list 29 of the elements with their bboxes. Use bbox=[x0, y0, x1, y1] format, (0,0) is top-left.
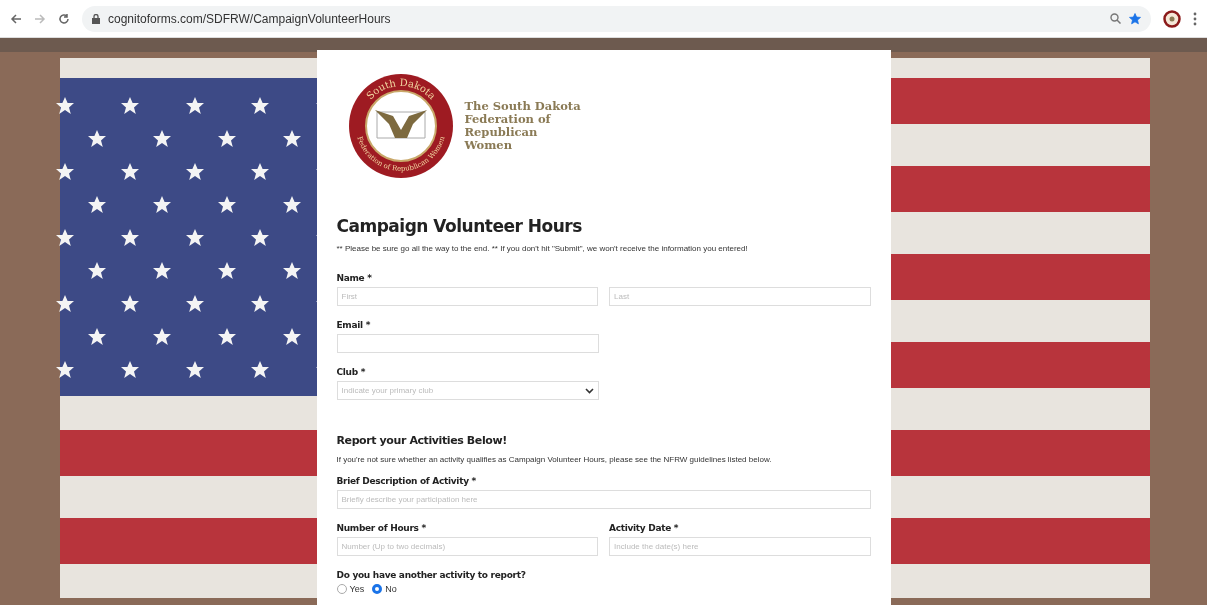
zoom-icon[interactable] bbox=[1110, 13, 1121, 24]
radio-option[interactable]: No bbox=[372, 584, 397, 594]
field-label: Name * bbox=[336, 273, 373, 283]
field-label: Email * bbox=[336, 320, 372, 330]
form-note: ** Please be sure go all the way to the end. ** If you don't hit "Submit", we won't receive the information you entered! bbox=[336, 244, 749, 253]
section-title: Report your Activities Below! bbox=[336, 434, 508, 447]
form-title: Campaign Volunteer Hours bbox=[336, 216, 583, 236]
back-arrow-icon[interactable] bbox=[10, 12, 22, 25]
chevron-down-icon bbox=[584, 387, 594, 394]
menu-dots-icon[interactable] bbox=[1193, 11, 1197, 26]
section-text: If you're not sure whether an activity qualifies as Campaign Volunteer Hours, please see the NFRW guidelines listed below. bbox=[336, 455, 773, 464]
reload-icon[interactable] bbox=[58, 12, 70, 25]
star-icon[interactable] bbox=[1129, 12, 1141, 25]
organization-name: The South Dakota Federation of Republican Women bbox=[464, 100, 581, 152]
radio-option[interactable]: Yes bbox=[336, 584, 365, 594]
text-field[interactable]: First bbox=[336, 287, 598, 306]
question-label: Do you have another activity to report? bbox=[336, 570, 527, 580]
url-text: cognitoforms.com/SDFRW/CampaignVolunteerHours bbox=[108, 11, 391, 26]
field-label: Number of Hours * bbox=[336, 523, 427, 533]
field-label: Club * bbox=[336, 367, 367, 377]
profile-avatar-icon[interactable] bbox=[1163, 9, 1181, 28]
email-field[interactable] bbox=[336, 334, 599, 353]
field-label: Activity Date * bbox=[609, 523, 680, 533]
lock-icon bbox=[92, 13, 100, 24]
radio-button[interactable] bbox=[372, 584, 383, 594]
text-field[interactable]: Briefly describe your participation here bbox=[336, 490, 871, 509]
radio-button[interactable] bbox=[336, 584, 347, 594]
address-bar[interactable]: cognitoforms.com/SDFRW/CampaignVolunteerHours bbox=[82, 5, 1151, 32]
field-label: Brief Description of Activity * bbox=[336, 476, 477, 486]
